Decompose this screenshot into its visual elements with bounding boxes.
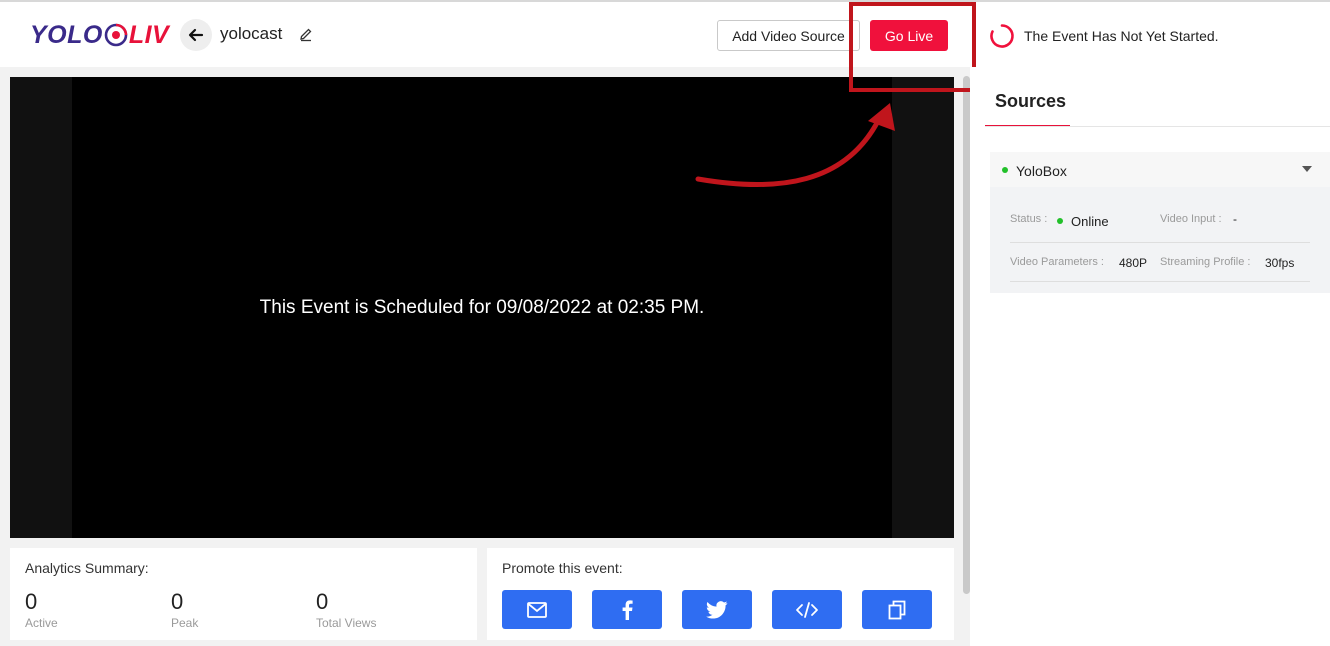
streaming-profile-label: Streaming Profile : [1160,256,1251,268]
logo-target-icon [104,23,128,47]
video-input-value: - [1233,212,1237,226]
main-scrollbar[interactable] [963,76,970,594]
streaming-profile-value: 30fps [1265,256,1295,270]
stat-label: Total Views [316,616,377,630]
video-parameters-value: 480P [1119,256,1148,270]
online-status-dot [1002,167,1008,173]
chevron-down-icon[interactable] [1302,166,1312,172]
event-status-bar: The Event Has Not Yet Started. [970,2,1330,67]
email-icon [527,601,547,618]
stat-value: 0 [25,589,38,614]
promote-event-panel: Promote this event: [487,548,954,640]
status-spinner-icon [990,24,1014,48]
status-label: Status : [1010,213,1048,225]
copy-link-button[interactable] [862,590,932,629]
stat-peak: 0 Peak [171,589,199,631]
logo-text-right: LIV [128,20,170,49]
twitter-icon [706,600,728,619]
share-facebook-button[interactable] [592,590,662,629]
tab-divider [985,126,1330,127]
yololiv-logo[interactable]: YOLO LIV [30,20,170,49]
stat-label: Peak [171,616,199,630]
analytics-summary-panel: Analytics Summary: 0 Active 0 Peak 0 Tot… [10,548,477,640]
embed-code-icon [796,601,818,618]
go-live-button[interactable]: Go Live [870,20,948,51]
video-input-label: Video Input : [1160,213,1222,225]
row-divider [1010,242,1310,243]
facebook-icon [622,599,633,620]
status-online-dot [1057,218,1063,224]
stat-value: 0 [171,589,184,614]
event-title: yolocast [220,24,283,43]
video-player[interactable]: This Event is Scheduled for 09/08/2022 a… [10,77,954,538]
video-parameters-label: Video Parameters : [1010,256,1104,268]
share-twitter-button[interactable] [682,590,752,629]
status-value: Online [1071,214,1109,229]
source-name: YoloBox [1016,163,1067,179]
arrow-left-icon [188,28,204,42]
analytics-title: Analytics Summary: [25,560,149,576]
header: YOLO LIV yolocast Add Video Source Go Li… [0,2,970,67]
share-embed-button[interactable] [772,590,842,629]
tab-sources[interactable]: Sources [985,89,1070,127]
stat-label: Active [25,616,58,630]
stat-total-views: 0 Total Views [316,589,377,631]
add-video-source-button[interactable]: Add Video Source [717,20,860,51]
share-email-button[interactable] [502,590,572,629]
copy-icon [888,600,906,619]
sources-panel: Sources YoloBox Status : Online Video In… [970,67,1330,646]
stat-active: 0 Active [25,589,58,631]
row-divider [1010,281,1310,282]
source-card-header[interactable]: YoloBox [990,152,1330,187]
schedule-message: This Event is Scheduled for 09/08/2022 a… [259,297,705,318]
event-status-text: The Event Has Not Yet Started. [1024,28,1219,44]
source-card-yolobox: YoloBox Status : Online Video Input : - … [990,152,1330,293]
stat-value: 0 [316,589,329,614]
back-button[interactable] [180,19,212,51]
pencil-icon[interactable] [298,26,314,42]
logo-text-left: YOLO [30,20,103,49]
promote-title: Promote this event: [502,560,623,576]
